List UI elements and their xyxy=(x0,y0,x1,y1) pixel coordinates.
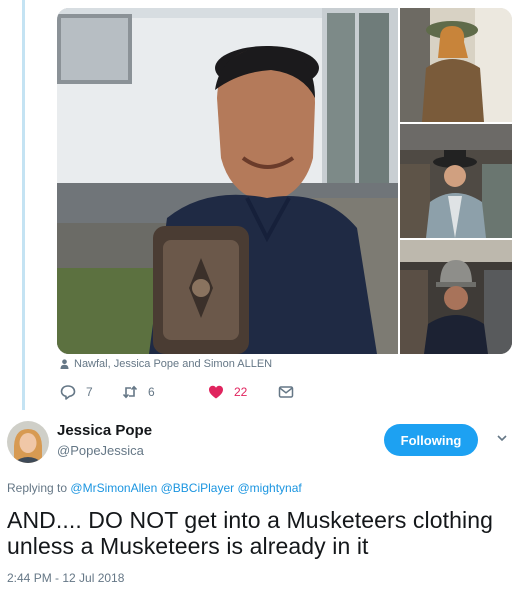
reply-count: 7 xyxy=(86,385,93,399)
replying-to-line: Replying to @MrSimonAllen @BBCiPlayer @m… xyxy=(7,481,302,495)
reply-icon xyxy=(60,385,76,400)
retweet-button[interactable]: 6 xyxy=(122,384,208,400)
author-handle[interactable]: @PopeJessica xyxy=(57,443,144,458)
envelope-icon xyxy=(278,386,294,398)
retweet-count: 6 xyxy=(148,385,155,399)
retweet-icon xyxy=(122,385,138,399)
mention-link-bbciplayer[interactable]: @BBCiPlayer xyxy=(161,481,235,495)
avatar[interactable] xyxy=(7,421,49,463)
following-button[interactable]: Following xyxy=(384,424,478,456)
photo-thumbnail-1[interactable] xyxy=(400,8,512,122)
mention-link-mrsimonallen[interactable]: @MrSimonAllen xyxy=(70,481,157,495)
like-button[interactable]: 22 xyxy=(208,384,278,400)
photo-main-image xyxy=(57,8,398,354)
like-count: 22 xyxy=(234,385,248,399)
chevron-down-icon[interactable] xyxy=(496,432,508,444)
photo-thumbnail-2[interactable] xyxy=(400,124,512,238)
photo-tags[interactable]: Nawfal, Jessica Pope and Simon ALLEN xyxy=(60,357,272,371)
heart-icon xyxy=(209,385,223,399)
replying-to-label: Replying to xyxy=(7,481,68,495)
tweet-actions: 7 6 22 xyxy=(60,383,294,401)
photo-thumbnail-2-image xyxy=(400,124,512,238)
photo-tags-text: Nawfal, Jessica Pope and Simon ALLEN xyxy=(74,358,273,370)
author-display-name[interactable]: Jessica Pope xyxy=(57,422,152,439)
direct-message-button[interactable] xyxy=(278,384,294,400)
person-icon xyxy=(60,359,69,369)
tweet-timestamp[interactable]: 2:44 PM - 12 Jul 2018 xyxy=(7,571,124,585)
photo-thumbnail-3-image xyxy=(400,240,512,354)
thread-connector-line xyxy=(22,0,25,410)
tweet-text: AND.... DO NOT get into a Musketeers clo… xyxy=(7,507,493,559)
photo-main[interactable] xyxy=(57,8,398,354)
photo-grid xyxy=(57,8,512,354)
reply-button[interactable]: 7 xyxy=(60,384,122,400)
avatar-image xyxy=(7,421,49,463)
photo-thumbnail-1-image xyxy=(400,8,512,122)
photo-thumbnail-3[interactable] xyxy=(400,240,512,354)
mention-link-mightynaf[interactable]: @mightynaf xyxy=(238,481,302,495)
